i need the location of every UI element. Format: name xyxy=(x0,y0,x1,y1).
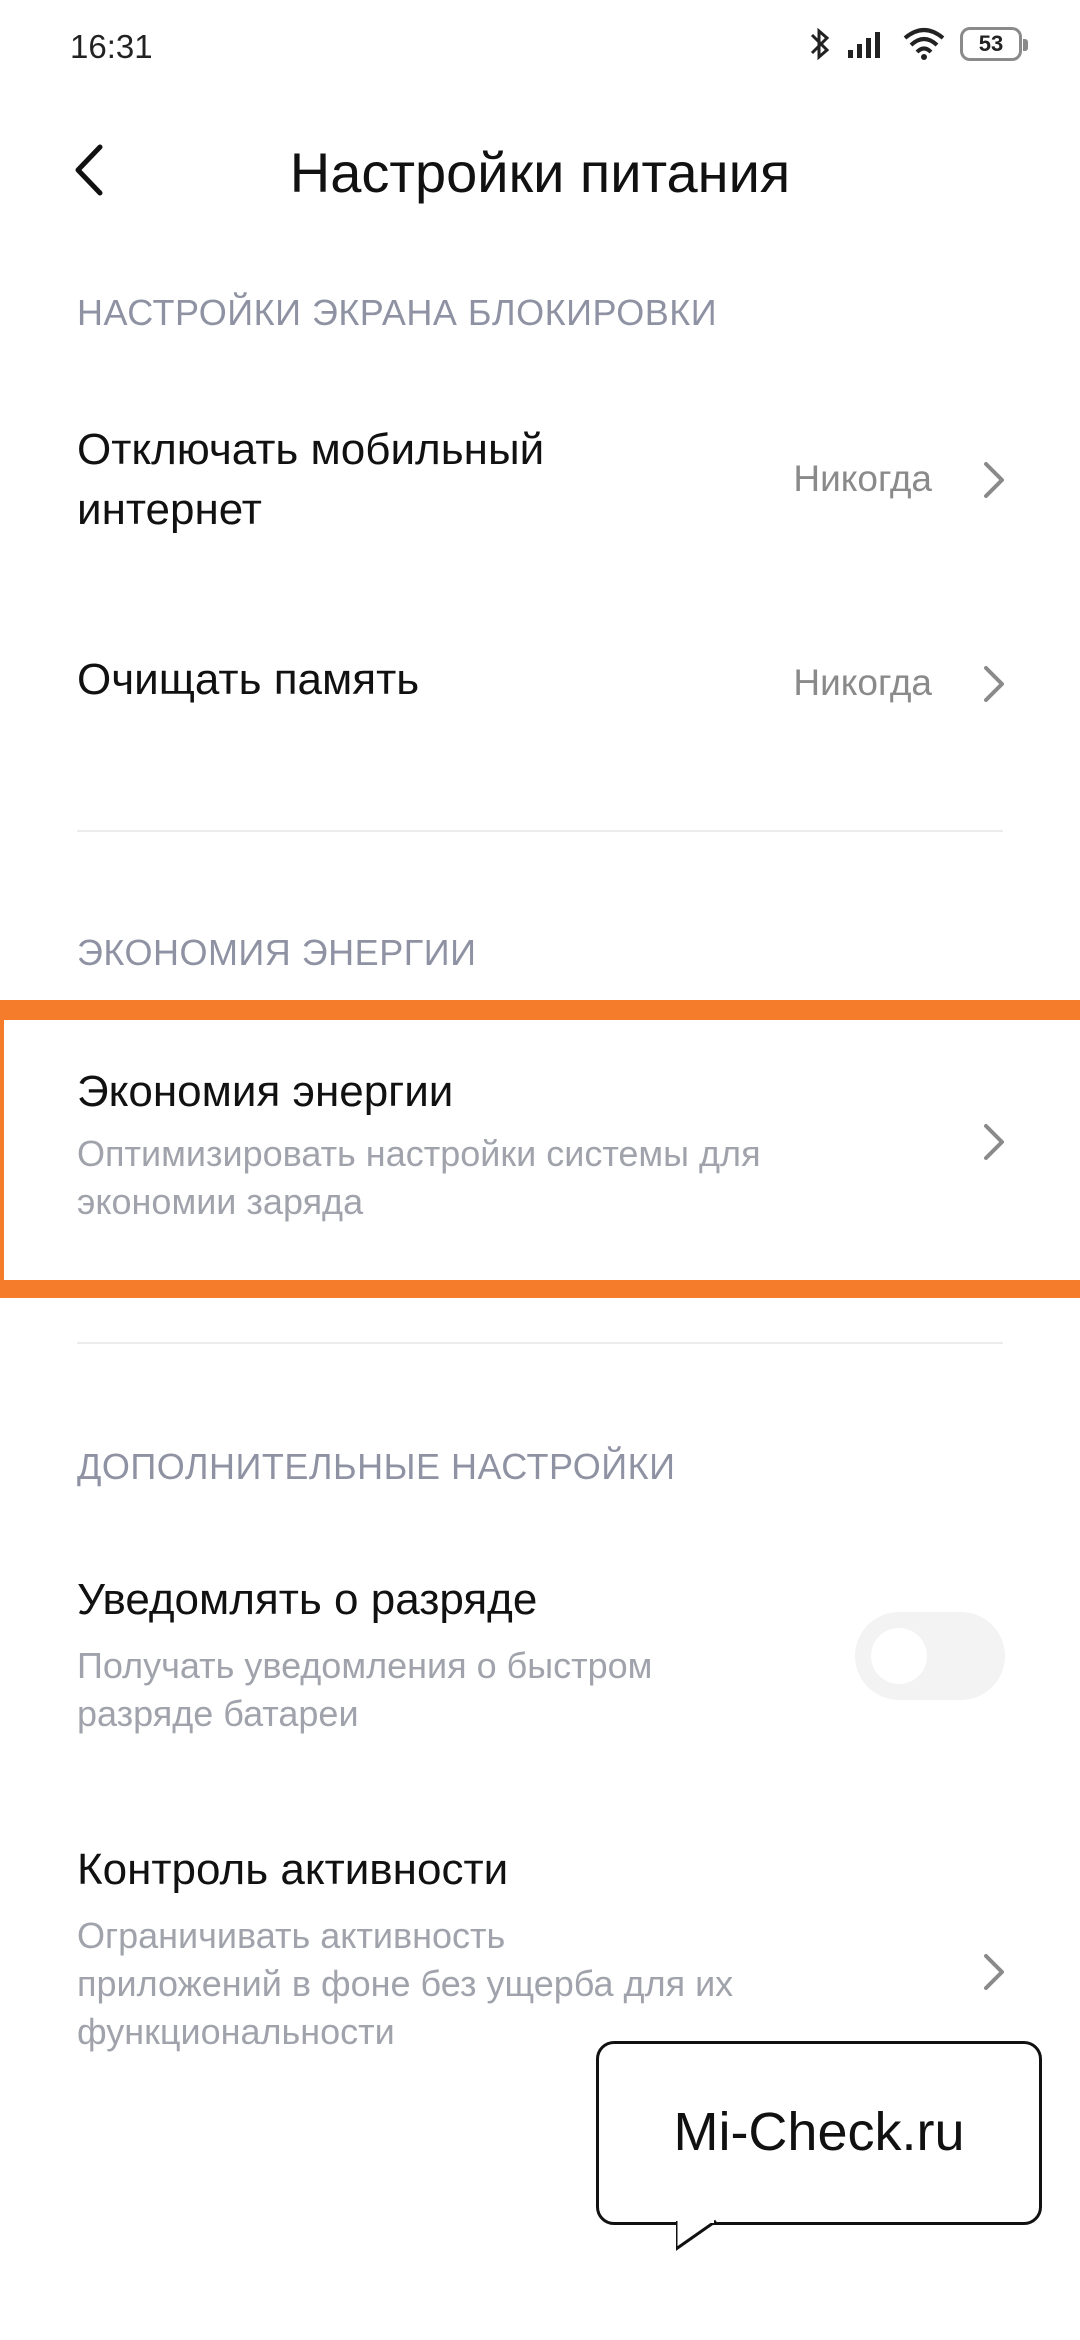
highlight-frame-left xyxy=(0,1000,4,1298)
battery-icon: 53 xyxy=(960,27,1028,61)
list-item-activity-control[interactable]: Контроль активности Ограничивать активно… xyxy=(0,1840,1080,2070)
watermark-text: Mi-Check.ru xyxy=(673,2102,965,2162)
battery-notify-toggle[interactable] xyxy=(855,1612,1005,1700)
row-title: Контроль активности xyxy=(77,1845,509,1894)
row-title: Уведомлять о разряде xyxy=(77,1575,538,1624)
row-title-line2: интернет xyxy=(77,485,262,534)
status-bar: 16:31 53 xyxy=(0,0,1080,96)
battery-level: 53 xyxy=(978,31,1004,56)
row-subtitle-line2: экономии заряда xyxy=(77,1181,364,1222)
list-item-clear-memory[interactable]: Очищать память Никогда xyxy=(0,620,1080,740)
row-subtitle: Ограничивать активность xyxy=(77,1915,506,1956)
row-subtitle-line2: приложений в фоне без ущерба для их xyxy=(77,1963,734,2004)
row-title: Экономия энергии xyxy=(77,1067,454,1116)
chevron-right-icon xyxy=(984,1124,1004,1160)
row-subtitle-line2: разряде батареи xyxy=(77,1693,359,1734)
row-title: Отключать мобильный xyxy=(77,425,545,474)
bluetooth-icon xyxy=(810,27,830,61)
divider xyxy=(77,830,1003,832)
page-title: Настройки питания xyxy=(289,141,791,204)
chevron-right-icon xyxy=(984,666,1004,702)
status-time: 16:31 xyxy=(70,28,153,65)
section-header-additional: ДОПОЛНИТЕЛЬНЫЕ НАСТРОЙКИ xyxy=(77,1446,676,1487)
chevron-right-icon xyxy=(984,1954,1004,1990)
toggle-knob xyxy=(871,1628,927,1684)
chevron-right-icon xyxy=(984,462,1004,498)
watermark-bubble: Mi-Check.ru xyxy=(596,2041,1042,2251)
row-subtitle-line3: функциональности xyxy=(77,2011,395,2052)
list-item-energy-saving[interactable]: Экономия энергии Оптимизировать настройк… xyxy=(0,1020,1080,1280)
highlight-frame-top xyxy=(0,1000,1080,1020)
section-header-energy: ЭКОНОМИЯ ЭНЕРГИИ xyxy=(77,932,477,973)
wifi-icon xyxy=(903,28,945,60)
section-header-lock-screen: НАСТРОЙКИ ЭКРАНА БЛОКИРОВКИ xyxy=(77,292,718,333)
highlight-frame-bottom xyxy=(0,1280,1080,1298)
row-value: Никогда xyxy=(793,662,932,703)
status-icons: 53 xyxy=(808,26,1028,62)
row-subtitle: Оптимизировать настройки системы для xyxy=(77,1133,761,1174)
divider xyxy=(77,1342,1003,1344)
row-subtitle: Получать уведомления о быстром xyxy=(77,1645,653,1686)
list-item-disable-mobile-data[interactable]: Отключать мобильный интернет Никогда xyxy=(0,400,1080,580)
signal-icon xyxy=(848,32,880,58)
row-value: Никогда xyxy=(793,458,932,499)
speech-bubble-tail-icon xyxy=(676,2219,717,2251)
row-title: Очищать память xyxy=(77,655,420,704)
